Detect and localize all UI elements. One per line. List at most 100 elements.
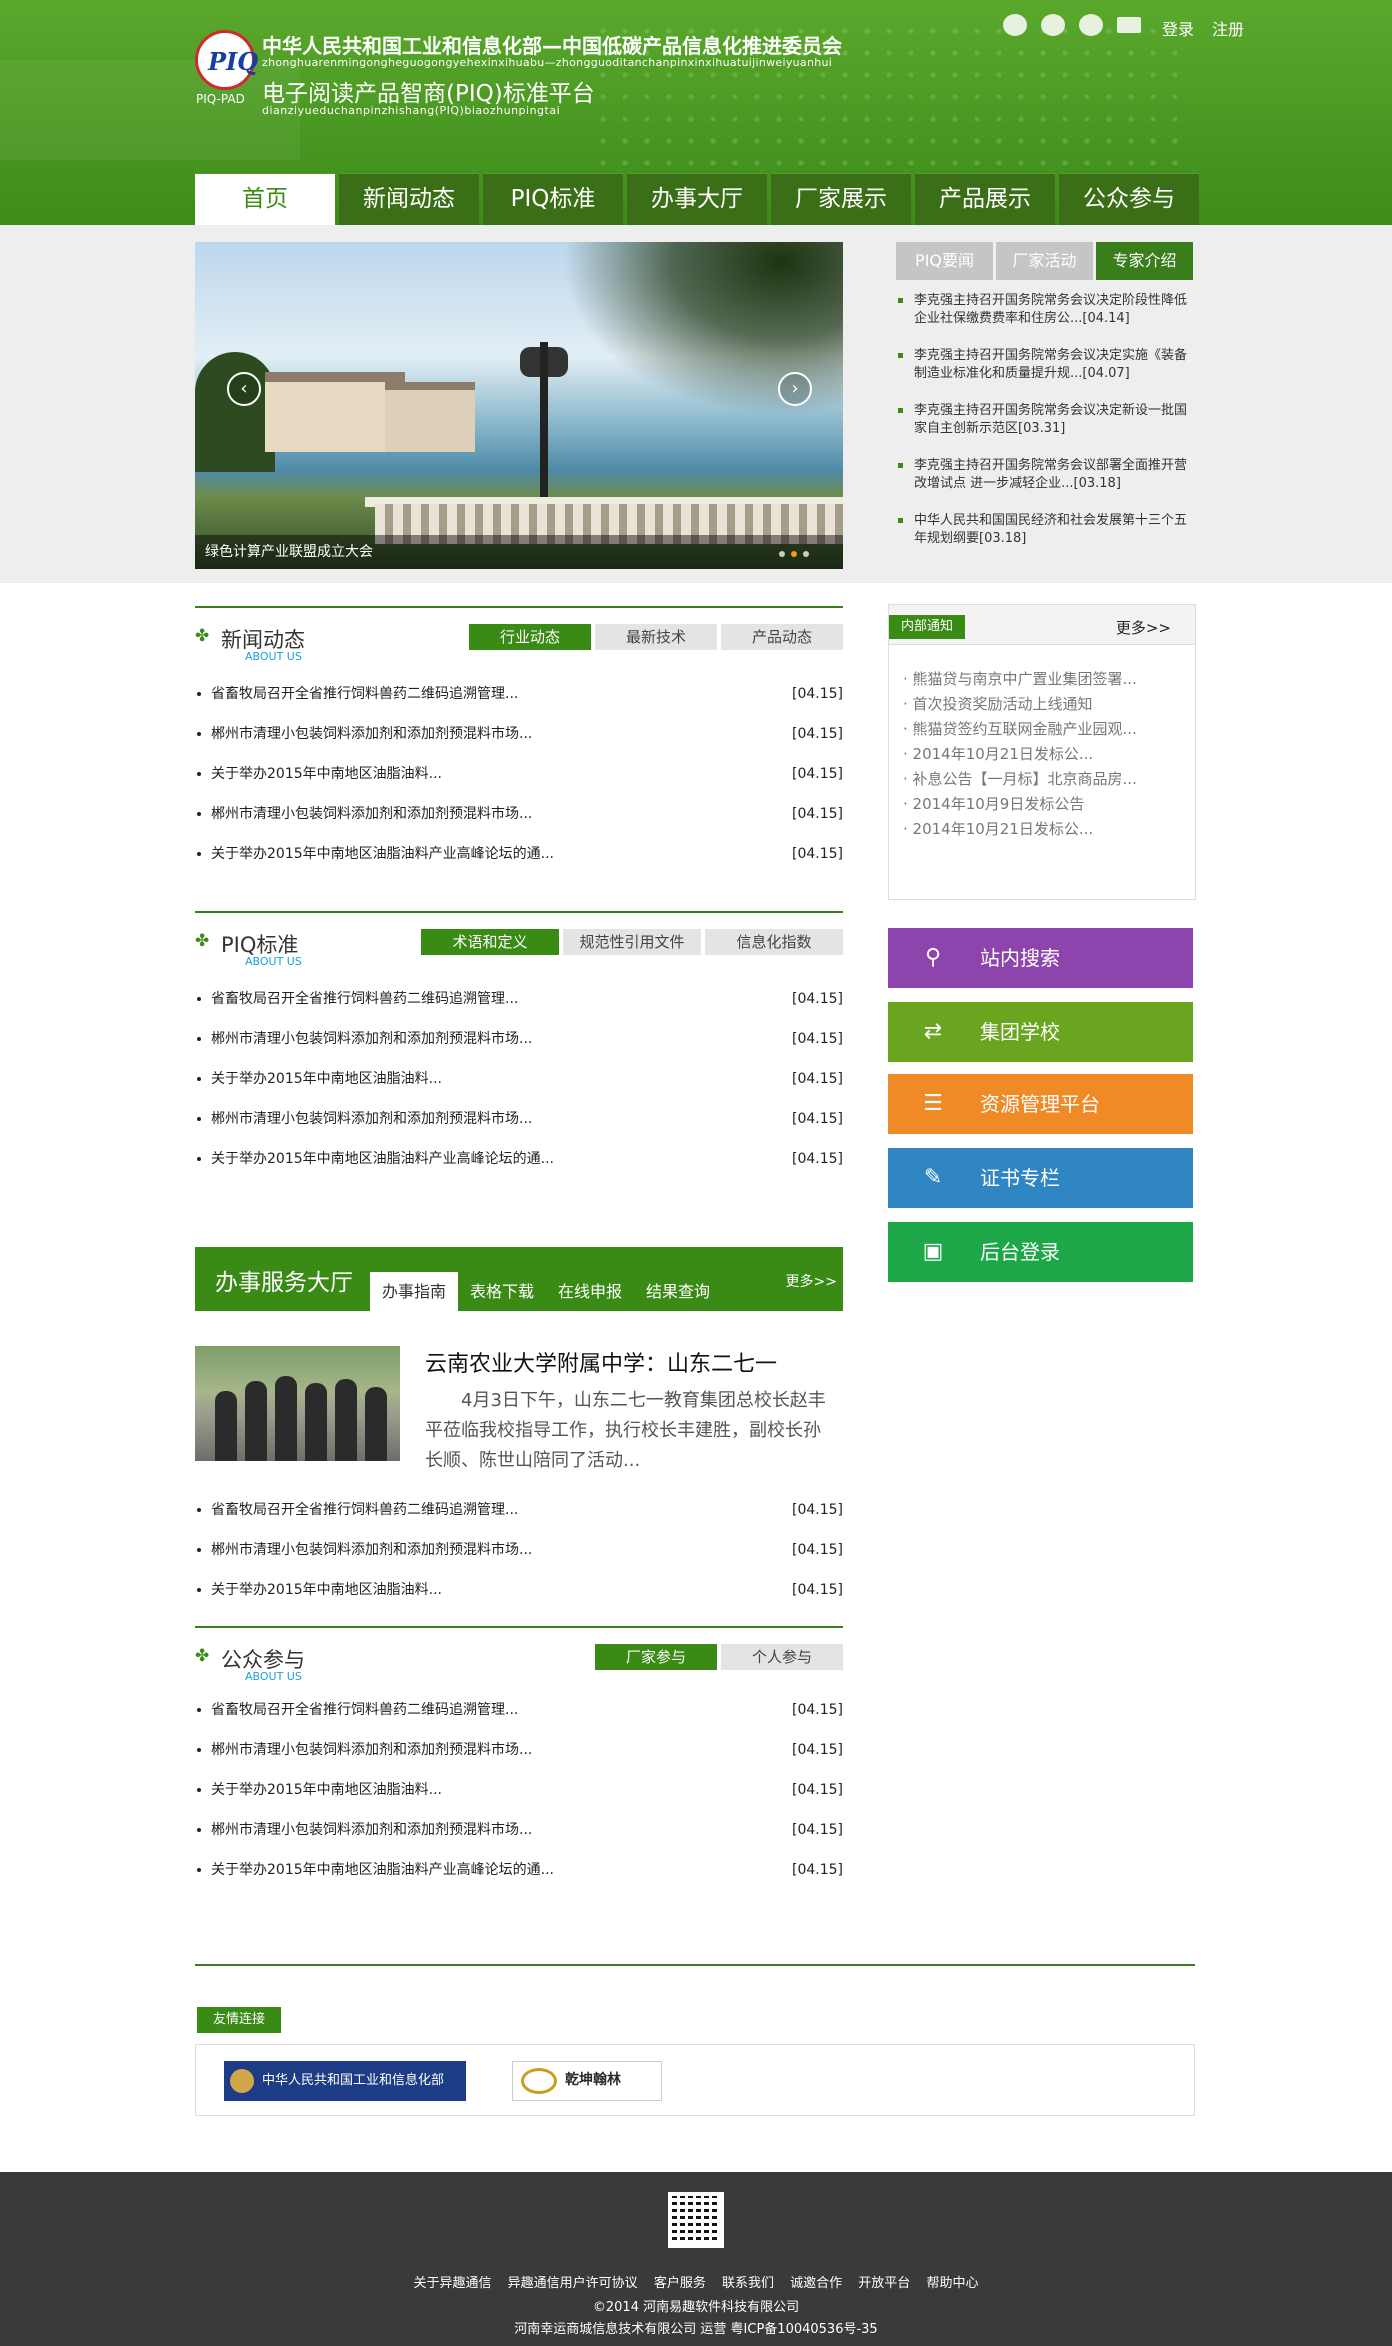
slider-prev-button[interactable]: ‹ <box>227 372 261 406</box>
nav-home[interactable]: 首页 <box>195 173 335 225</box>
site-search-button[interactable]: ⚲ 站内搜索 <box>888 928 1193 988</box>
tab-personal-participation[interactable]: 个人参与 <box>721 1644 843 1670</box>
qiankun-logo-icon <box>521 2068 557 2094</box>
list-item[interactable]: 省畜牧局召开全省推行饲料兽药二维码追溯管理... [04.15] <box>195 1690 843 1730</box>
weibo-icon[interactable] <box>1041 14 1065 36</box>
nav-news[interactable]: 新闻动态 <box>339 173 479 225</box>
mail-icon[interactable] <box>1117 17 1141 33</box>
section-tabs: 厂家参与 个人参与 <box>595 1644 843 1670</box>
list-item[interactable]: 李克强主持召开国务院常务会议决定新设一批国家自主创新示范区[03.31] <box>896 402 1196 438</box>
tab-index[interactable]: 信息化指数 <box>705 929 843 955</box>
list-item[interactable]: 郴州市清理小包装饲料添加剂和添加剂预混料市场... [04.15] <box>195 1810 843 1850</box>
list-item[interactable]: 关于举办2015年中南地区油脂油料产业高峰论坛的通... [04.15] <box>195 1850 843 1890</box>
footer-link[interactable]: 诚邀合作 <box>790 2276 842 2291</box>
footer-link[interactable]: 开放平台 <box>858 2276 910 2291</box>
footer-link[interactable]: 联系我们 <box>722 2276 774 2291</box>
slider-caption[interactable]: 绿色计算产业联盟成立大会 <box>195 535 843 569</box>
footer-link[interactable]: 关于异趣通信 <box>414 2276 492 2291</box>
admin-login-button[interactable]: ▣ 后台登录 <box>888 1222 1193 1282</box>
banner-building <box>265 372 405 452</box>
more-link[interactable]: 更多>> <box>786 1271 837 1291</box>
section-piq: PIQ标准 ABOUT US 术语和定义 规范性引用文件 信息化指数 省畜牧局召… <box>195 911 843 1179</box>
slider-next-button[interactable]: › <box>778 372 812 406</box>
slider-dot-active[interactable] <box>791 551 797 557</box>
nav-public[interactable]: 公众参与 <box>1059 173 1199 225</box>
site-logo[interactable]: PIQ <box>195 30 258 90</box>
qiankun-link[interactable]: 乾坤翰林 <box>512 2061 662 2101</box>
list-item[interactable]: 关于举办2015年中南地区油脂油料产业高峰论坛的通... [04.15] <box>195 834 843 874</box>
tab-download[interactable]: 表格下载 <box>458 1272 546 1311</box>
footer-link[interactable]: 异趣通信用户许可协议 <box>508 2276 638 2291</box>
section-tabs: 术语和定义 规范性引用文件 信息化指数 <box>421 929 843 955</box>
tab-tech[interactable]: 最新技术 <box>595 624 717 650</box>
slider-dot[interactable] <box>779 551 785 557</box>
list-item[interactable]: 关于举办2015年中南地区油脂油料... [04.15] <box>195 754 843 794</box>
tab-references[interactable]: 规范性引用文件 <box>563 929 701 955</box>
tab-vendor-activity[interactable]: 厂家活动 <box>996 242 1093 280</box>
list-item[interactable]: 李克强主持召开国务院常务会议决定阶段性降低企业社保缴费费率和住房公...[04.… <box>896 292 1196 328</box>
tab-vendor-participation[interactable]: 厂家参与 <box>595 1644 717 1670</box>
banner-slider[interactable]: ‹ › 绿色计算产业联盟成立大会 <box>195 242 843 569</box>
list-item[interactable]: 郴州市清理小包装饲料添加剂和添加剂预混料市场... [04.15] <box>195 1019 843 1059</box>
friend-links: 友情连接 中华人民共和国工业和信息化部 乾坤翰林 <box>195 1964 1195 2116</box>
miit-link[interactable]: 中华人民共和国工业和信息化部 <box>224 2061 466 2101</box>
more-link[interactable]: 更多>> <box>1116 617 1171 638</box>
slider-dot[interactable] <box>803 551 809 557</box>
list-item[interactable]: 省畜牧局召开全省推行饲料兽药二维码追溯管理... [04.15] <box>195 674 843 714</box>
tab-terms[interactable]: 术语和定义 <box>421 929 559 955</box>
section-subtitle: ABOUT US <box>245 1670 302 1683</box>
nav-products[interactable]: 产品展示 <box>915 173 1055 225</box>
list-item[interactable]: 中华人民共和国国民经济和社会发展第十三个五年规划纲要[03.18] <box>896 512 1196 548</box>
list-item[interactable]: 省畜牧局召开全省推行饲料兽药二维码追溯管理... [04.15] <box>195 1490 843 1530</box>
list-item[interactable]: 郴州市清理小包装饲料添加剂和添加剂预混料市场... [04.15] <box>195 1730 843 1770</box>
list-item[interactable]: · 熊猫贷签约互联网金融产业园观... <box>903 717 1195 742</box>
section-title: 办事服务大厅 <box>215 1270 353 1296</box>
wechat-icon[interactable] <box>1079 14 1103 36</box>
list-item[interactable]: 省畜牧局召开全省推行饲料兽药二维码追溯管理... [04.15] <box>195 979 843 1019</box>
list-item[interactable]: 关于举办2015年中南地区油脂油料产业高峰论坛的通... [04.15] <box>195 1139 843 1179</box>
login-link[interactable]: 登录 <box>1162 16 1194 40</box>
tab-products[interactable]: 产品动态 <box>721 624 843 650</box>
tab-results[interactable]: 结果查询 <box>634 1272 722 1311</box>
list-item[interactable]: 李克强主持召开国务院常务会议决定实施《装备制造业标准化和质量提升规...[04.… <box>896 347 1196 383</box>
list-item[interactable]: · 熊猫贷与南京中广置业集团签署... <box>903 667 1195 692</box>
qq-icon[interactable] <box>1003 14 1027 36</box>
tab-industry[interactable]: 行业动态 <box>469 624 591 650</box>
site-title-pinyin: zhonghuarenmingongheguogongyehexinxihuab… <box>262 56 833 69</box>
emblem-icon <box>230 2069 254 2093</box>
tab-piq-news[interactable]: PIQ要闻 <box>896 242 993 280</box>
list-item[interactable]: 关于举办2015年中南地区油脂油料... [04.15] <box>195 1770 843 1810</box>
nav-service-hall[interactable]: 办事大厅 <box>627 173 767 225</box>
list-item[interactable]: · 2014年10月21日发标公... <box>903 742 1195 767</box>
tab-experts[interactable]: 专家介绍 <box>1096 242 1193 280</box>
list-item[interactable]: · 2014年10月21日发标公... <box>903 817 1195 842</box>
footer-links: 关于异趣通信 异趣通信用户许可协议 客户服务 联系我们 诚邀合作 开放平台 帮助… <box>0 2272 1392 2291</box>
featured-title[interactable]: 云南农业大学附属中学：山东二七一 <box>425 1346 777 1378</box>
certificate-button[interactable]: ✎ 证书专栏 <box>888 1148 1193 1208</box>
footer-link[interactable]: 帮助中心 <box>926 2276 978 2291</box>
search-icon: ⚲ <box>924 945 942 970</box>
resource-platform-button[interactable]: ☰ 资源管理平台 <box>888 1074 1193 1134</box>
register-link[interactable]: 注册 <box>1212 16 1244 40</box>
footer-link[interactable]: 客户服务 <box>654 2276 706 2291</box>
list-item[interactable]: 郴州市清理小包装饲料添加剂和添加剂预混料市场... [04.15] <box>195 794 843 834</box>
news-list: 省畜牧局召开全省推行饲料兽药二维码追溯管理... [04.15] 郴州市清理小包装… <box>195 674 843 874</box>
friend-links-box: 中华人民共和国工业和信息化部 乾坤翰林 <box>195 2044 1195 2116</box>
list-item[interactable]: 郴州市清理小包装饲料添加剂和添加剂预混料市场... [04.15] <box>195 714 843 754</box>
tab-apply[interactable]: 在线申报 <box>546 1272 634 1311</box>
list-item[interactable]: 郴州市清理小包装饲料添加剂和添加剂预混料市场... [04.15] <box>195 1099 843 1139</box>
nav-vendors[interactable]: 厂家展示 <box>771 173 911 225</box>
list-item[interactable]: 李克强主持召开国务院常务会议部署全面推开营改增试点 进一步减轻企业...[03.… <box>896 457 1196 493</box>
site-header: PIQ PIQ-PAD 中华人民共和国工业和信息化部—中国低碳产品信息化推进委员… <box>0 0 1392 225</box>
nav-piq[interactable]: PIQ标准 <box>483 173 623 225</box>
list-item[interactable]: 关于举办2015年中南地区油脂油料... [04.15] <box>195 1570 843 1610</box>
list-item[interactable]: 郴州市清理小包装饲料添加剂和添加剂预混料市场... [04.15] <box>195 1530 843 1570</box>
section-public: 公众参与 ABOUT US 厂家参与 个人参与 省畜牧局召开全省推行饲料兽药二维… <box>195 1626 843 1890</box>
list-item[interactable]: · 首次投资奖励活动上线通知 <box>903 692 1195 717</box>
featured-image[interactable] <box>195 1346 400 1461</box>
group-school-button[interactable]: ⇄ 集团学校 <box>888 1002 1193 1062</box>
list-item[interactable]: · 2014年10月9日发标公告 <box>903 792 1195 817</box>
list-item[interactable]: 关于举办2015年中南地区油脂油料... [04.15] <box>195 1059 843 1099</box>
list-item[interactable]: · 补息公告【一月标】北京商品房... <box>903 767 1195 792</box>
tab-guide[interactable]: 办事指南 <box>370 1272 459 1311</box>
